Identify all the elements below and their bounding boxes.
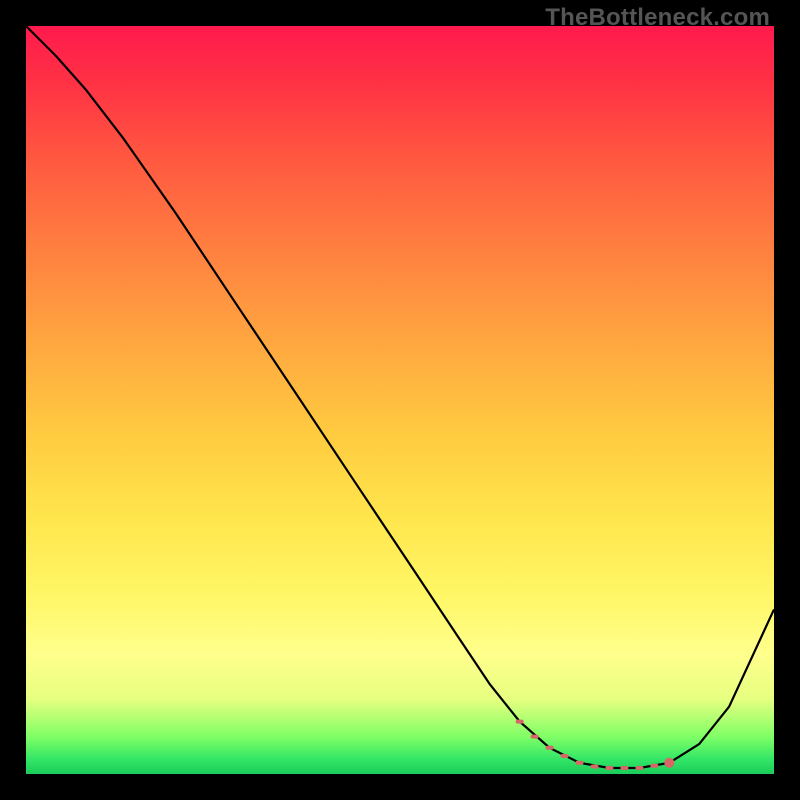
- plot-area: [26, 26, 774, 774]
- bottleneck-curve: [26, 26, 774, 774]
- chart-container: TheBottleneck.com: [0, 0, 800, 800]
